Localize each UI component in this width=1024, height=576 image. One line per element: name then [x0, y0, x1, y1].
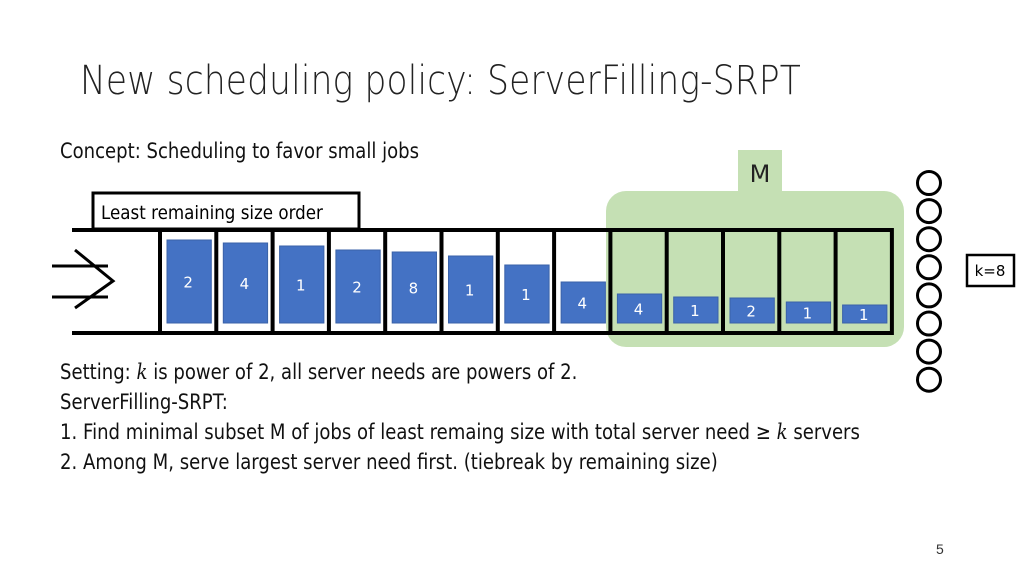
job-server-need: 1 [690, 302, 700, 320]
job-server-need: 1 [296, 277, 306, 295]
arrival-arrow-icon [52, 248, 116, 310]
setting-prefix: Setting: [60, 360, 137, 384]
server-circle [916, 170, 942, 196]
job-server-need: 1 [803, 305, 813, 323]
job-server-need: 2 [183, 274, 193, 292]
order-label: Least remaining size order [101, 202, 324, 224]
job-server-need: 4 [240, 275, 250, 293]
step-var: k [776, 420, 788, 444]
k-label: k=8 [975, 262, 1006, 280]
page-number: 5 [936, 541, 944, 557]
job-server-need: 1 [521, 286, 531, 304]
policy-name: ServerFilling-SRPT: [60, 390, 228, 414]
step-text: Find minimal subset M of jobs of least r… [82, 420, 756, 444]
job-server-need: 1 [859, 306, 869, 324]
step-text: Among M, serve largest server need first… [82, 450, 718, 474]
server-circle [916, 226, 942, 253]
job-server-need: 4 [577, 295, 587, 313]
job-server-need: 1 [465, 282, 475, 300]
setting-suffix: is power of 2, all server needs are powe… [147, 360, 578, 384]
step-1: 1. Find minimal subset M of jobs of leas… [60, 420, 860, 444]
geq-symbol: ≥ [755, 420, 771, 444]
setting-var: k [136, 360, 148, 384]
setting-text: Setting: k is power of 2, all server nee… [60, 360, 577, 384]
queue-diagram: M Least remaining size order 2 4 1 2 8 1 1 4 4 1 2… [52, 150, 1016, 393]
job-server-need: 8 [409, 280, 419, 298]
job-server-need: 4 [634, 301, 644, 319]
job-server-need: 2 [352, 279, 362, 297]
server-circle [916, 254, 942, 281]
step-tail: servers [787, 420, 860, 444]
server-circle [916, 338, 942, 365]
step-number: 1. [60, 420, 78, 444]
step-number: 2. [60, 450, 78, 474]
server-circle [916, 198, 942, 225]
server-circle [916, 282, 942, 309]
subset-m-label: M [750, 160, 771, 188]
server-circle [916, 366, 942, 393]
server-circle [916, 310, 942, 337]
job-server-need: 2 [746, 303, 756, 321]
step-2: 2. Among M, serve largest server need fi… [60, 450, 718, 474]
